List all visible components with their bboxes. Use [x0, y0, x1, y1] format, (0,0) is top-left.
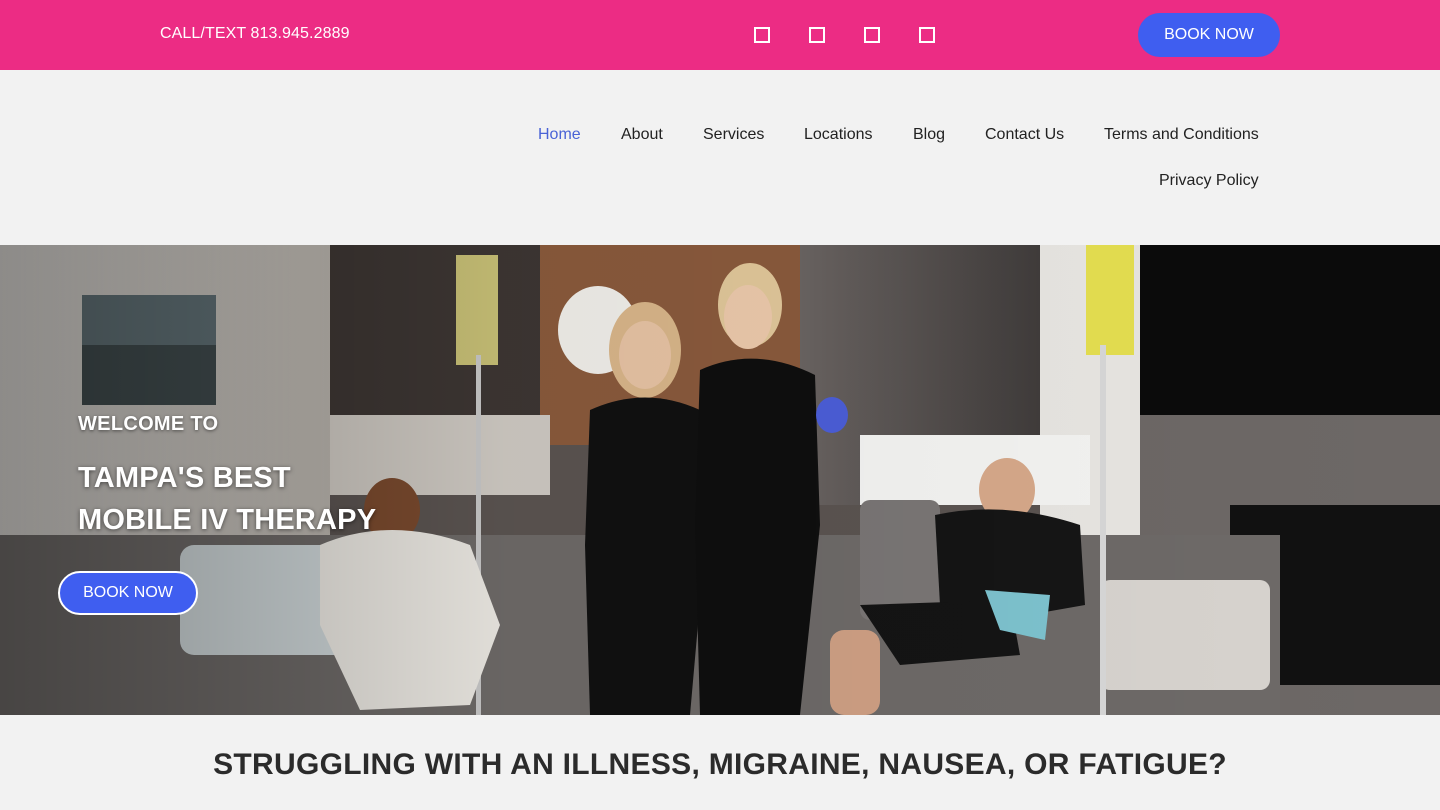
- hero-headline: TAMPA'S BEST MOBILE IV THERAPY: [78, 457, 376, 541]
- nav-item-home[interactable]: Home: [538, 126, 581, 144]
- hero-book-now-button[interactable]: BOOK NOW: [58, 571, 198, 615]
- nav-item-services[interactable]: Services: [703, 126, 764, 144]
- social-icon-3[interactable]: [864, 27, 880, 43]
- social-icon-4[interactable]: [919, 27, 935, 43]
- nav-item-privacy-policy[interactable]: Privacy Policy: [1159, 172, 1259, 190]
- social-icon-1[interactable]: [754, 27, 770, 43]
- struggling-section: STRUGGLING WITH AN ILLNESS, MIGRAINE, NA…: [0, 715, 1440, 810]
- social-links: [754, 27, 935, 43]
- hero-headline-line-1: TAMPA'S BEST: [78, 462, 291, 494]
- nav-item-about[interactable]: About: [621, 126, 663, 144]
- hero-banner: WELCOME TO TAMPA'S BEST MOBILE IV THERAP…: [0, 245, 1440, 715]
- phone-number[interactable]: CALL/TEXT 813.945.2889: [160, 25, 350, 43]
- nav-item-blog[interactable]: Blog: [913, 126, 945, 144]
- section-heading: STRUGGLING WITH AN ILLNESS, MIGRAINE, NA…: [213, 748, 1227, 781]
- main-nav: Home About Services Locations Blog Conta…: [0, 70, 1440, 245]
- nav-item-contact-us[interactable]: Contact Us: [985, 126, 1064, 144]
- top-bar: CALL/TEXT 813.945.2889 BOOK NOW: [0, 0, 1440, 70]
- nav-item-terms[interactable]: Terms and Conditions: [1104, 126, 1259, 144]
- hero-welcome-text: WELCOME TO: [78, 413, 219, 435]
- social-icon-2[interactable]: [809, 27, 825, 43]
- header-book-now-button[interactable]: BOOK NOW: [1138, 13, 1280, 57]
- hero-headline-line-2: MOBILE IV THERAPY: [78, 504, 377, 536]
- nav-item-locations[interactable]: Locations: [804, 126, 873, 144]
